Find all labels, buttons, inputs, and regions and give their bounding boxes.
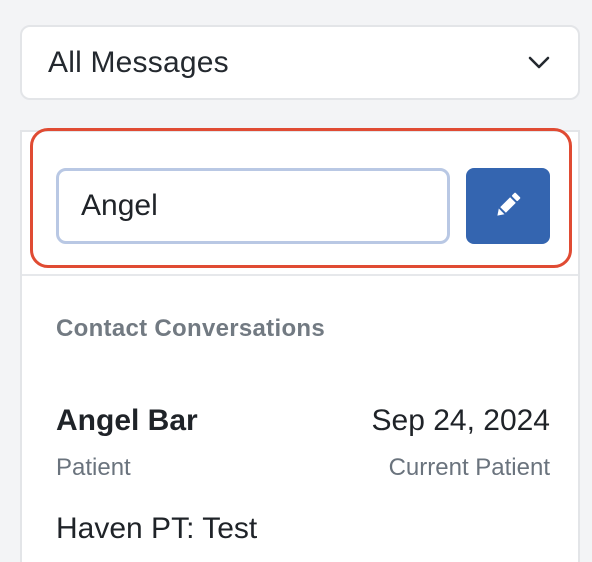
message-preview: Haven PT: Test [56,512,258,545]
chevron-down-icon [528,52,550,74]
contact-name: Angel Bar [56,404,198,437]
patient-status: Current Patient [388,454,550,481]
contact-search-input[interactable] [56,168,450,244]
messages-sidebar: All Messages Angel Contact Conversations… [0,0,592,562]
conversation-item[interactable]: Angel Bar Sep 24, 2024 Patient Current P… [56,404,550,562]
pencil-icon [491,188,525,225]
new-message-button[interactable] [466,168,550,244]
conversation-date: Sep 24, 2024 [371,404,551,437]
conversation-panel: Contact Conversations Angel Bar Sep 24, … [20,128,580,562]
contact-type: Patient [56,454,131,481]
section-title: Contact Conversations [56,315,326,342]
message-filter-selected: All Messages [48,45,229,79]
search-row [22,128,578,276]
message-filter-dropdown[interactable]: All Messages [20,25,580,100]
